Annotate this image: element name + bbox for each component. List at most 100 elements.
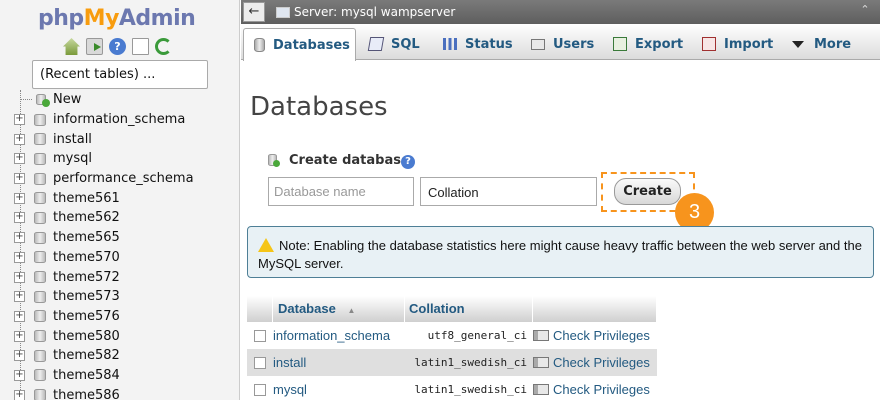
tree-item-database[interactable]: + theme582 <box>0 346 239 366</box>
check-privileges-link[interactable]: Check Privileges <box>533 382 657 397</box>
tab-status[interactable]: Status <box>433 28 518 60</box>
database-icon <box>34 290 46 303</box>
tree-item-database[interactable]: + theme561 <box>0 188 239 208</box>
privileges-icon <box>533 357 549 368</box>
database-icon <box>34 133 46 146</box>
tree-item-database[interactable]: + install <box>0 129 239 149</box>
tree-item-database[interactable]: + theme573 <box>0 287 239 307</box>
docs-icon[interactable] <box>132 38 149 55</box>
expand-icon[interactable]: + <box>14 251 25 263</box>
table-row: install latin1_swedish_ci Check Privileges <box>247 349 657 376</box>
expand-icon[interactable]: + <box>14 310 25 322</box>
database-name-input[interactable] <box>268 177 414 206</box>
tree-item-database[interactable]: + information_schema <box>0 110 239 130</box>
tab-sql[interactable]: SQL <box>359 28 431 60</box>
tree-item-database[interactable]: + theme562 <box>0 208 239 228</box>
tree-item-label[interactable]: theme586 <box>53 388 120 400</box>
phpmyadmin-logo[interactable]: phpMyAdmin <box>38 6 196 31</box>
row-checkbox[interactable] <box>254 383 266 396</box>
tree-item-database[interactable]: + mysql <box>0 149 239 169</box>
expand-icon[interactable]: + <box>14 350 25 362</box>
database-icon <box>34 211 46 224</box>
tree-item-label[interactable]: install <box>53 132 92 147</box>
tab-import[interactable]: Import <box>692 28 778 60</box>
expand-icon[interactable]: + <box>14 330 25 342</box>
tab-more[interactable]: More <box>782 28 856 60</box>
tab-databases[interactable]: Databases <box>243 28 356 61</box>
expand-icon[interactable]: + <box>14 133 25 145</box>
recent-tables-select[interactable]: (Recent tables) ... <box>32 60 208 89</box>
tree-item-database[interactable]: + theme584 <box>0 366 239 386</box>
expand-icon[interactable]: + <box>14 291 25 303</box>
database-icon <box>34 330 46 343</box>
tree-item-label[interactable]: theme580 <box>53 329 120 344</box>
tree-item-label[interactable]: theme562 <box>53 210 120 225</box>
status-chart-icon <box>443 38 457 50</box>
expand-icon[interactable]: + <box>14 153 25 165</box>
notice-text: Note: Enabling the database statistics h… <box>258 238 862 271</box>
create-button[interactable]: Create <box>614 178 681 205</box>
notice-box: Note: Enabling the database statistics h… <box>247 226 874 278</box>
tab-users[interactable]: Users <box>521 28 600 60</box>
tree-item-database[interactable]: + theme580 <box>0 326 239 346</box>
database-tree: New + information_schema + install + mysql + pe… <box>0 90 239 400</box>
expand-icon[interactable]: + <box>14 192 25 204</box>
tree-item-label[interactable]: theme576 <box>53 309 120 324</box>
row-checkbox[interactable] <box>254 356 266 369</box>
users-icon <box>531 38 545 50</box>
import-icon <box>702 37 716 51</box>
exit-icon[interactable] <box>86 38 103 55</box>
header-database[interactable]: Database ▲ <box>273 296 405 322</box>
tree-item-label[interactable]: performance_schema <box>53 171 194 186</box>
row-checkbox[interactable] <box>254 329 266 342</box>
server-tabs: Databases SQL Status Users Export Import… <box>241 24 880 61</box>
create-database-heading: Create database <box>268 153 410 168</box>
table-row: information_schema utf8_general_ci Check P… <box>247 322 657 349</box>
tree-item-database[interactable]: + theme565 <box>0 228 239 248</box>
tree-item-database[interactable]: + theme572 <box>0 267 239 287</box>
tree-item-database[interactable]: + theme586 <box>0 385 239 400</box>
database-name-link[interactable]: information_schema <box>273 328 405 343</box>
header-collation[interactable]: Collation <box>405 296 533 322</box>
tree-item-label[interactable]: information_schema <box>53 112 185 127</box>
database-name-link[interactable]: mysql <box>273 382 405 397</box>
collapse-icon[interactable]: ⌃ <box>858 4 872 17</box>
expand-icon[interactable]: + <box>14 369 25 381</box>
tree-item-label[interactable]: New <box>53 92 81 107</box>
tree-item-label[interactable]: mysql <box>53 151 92 166</box>
expand-icon[interactable]: + <box>14 271 25 283</box>
tree-item-label[interactable]: theme565 <box>53 230 120 245</box>
server-breadcrumb[interactable]: Server: mysql wampserver <box>294 5 455 19</box>
expand-icon[interactable]: + <box>14 114 25 126</box>
tree-item-label[interactable]: theme570 <box>53 250 120 265</box>
tree-item-label[interactable]: theme572 <box>53 270 120 285</box>
tree-item-database[interactable]: + performance_schema <box>0 169 239 189</box>
tree-item-database[interactable]: + theme570 <box>0 248 239 268</box>
back-arrow-icon[interactable]: ← <box>243 2 265 22</box>
tree-item-new[interactable]: New <box>0 90 239 110</box>
help-icon[interactable]: ? <box>109 38 126 55</box>
home-icon[interactable] <box>63 38 80 55</box>
expand-icon[interactable]: + <box>14 212 25 224</box>
tree-item-label[interactable]: theme584 <box>53 368 120 383</box>
reload-icon[interactable] <box>155 38 172 55</box>
collation-select[interactable]: Collation <box>420 177 597 206</box>
tab-export[interactable]: Export <box>603 28 689 60</box>
tab-label: Export <box>635 36 684 52</box>
tree-item-label[interactable]: theme561 <box>53 191 120 206</box>
tree-item-label[interactable]: theme582 <box>53 348 120 363</box>
expand-icon[interactable]: + <box>14 389 25 400</box>
database-icon <box>34 192 46 205</box>
expand-icon[interactable]: + <box>14 232 25 244</box>
row-checkbox-cell <box>247 329 273 342</box>
database-name-link[interactable]: install <box>273 355 405 370</box>
expand-icon[interactable]: + <box>14 173 25 185</box>
tree-item-label[interactable]: theme573 <box>53 289 120 304</box>
export-icon <box>613 37 627 51</box>
database-icon <box>34 231 46 244</box>
check-privileges-link[interactable]: Check Privileges <box>533 328 657 343</box>
check-privileges-link[interactable]: Check Privileges <box>533 355 657 370</box>
help-icon[interactable]: ? <box>401 155 415 169</box>
tree-item-database[interactable]: + theme576 <box>0 307 239 327</box>
database-icon <box>254 38 265 52</box>
